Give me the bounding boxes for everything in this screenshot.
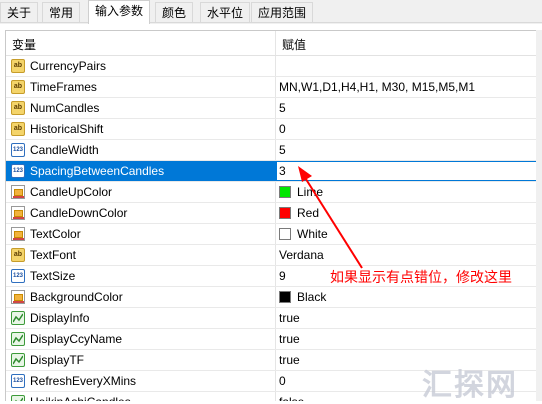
annotation-text: 如果显示有点错位，修改这里	[330, 269, 512, 285]
tab-inputs[interactable]: 输入参数	[88, 0, 151, 24]
watermark: 汇探网	[422, 369, 518, 402]
annotation-arrow	[298, 166, 363, 269]
